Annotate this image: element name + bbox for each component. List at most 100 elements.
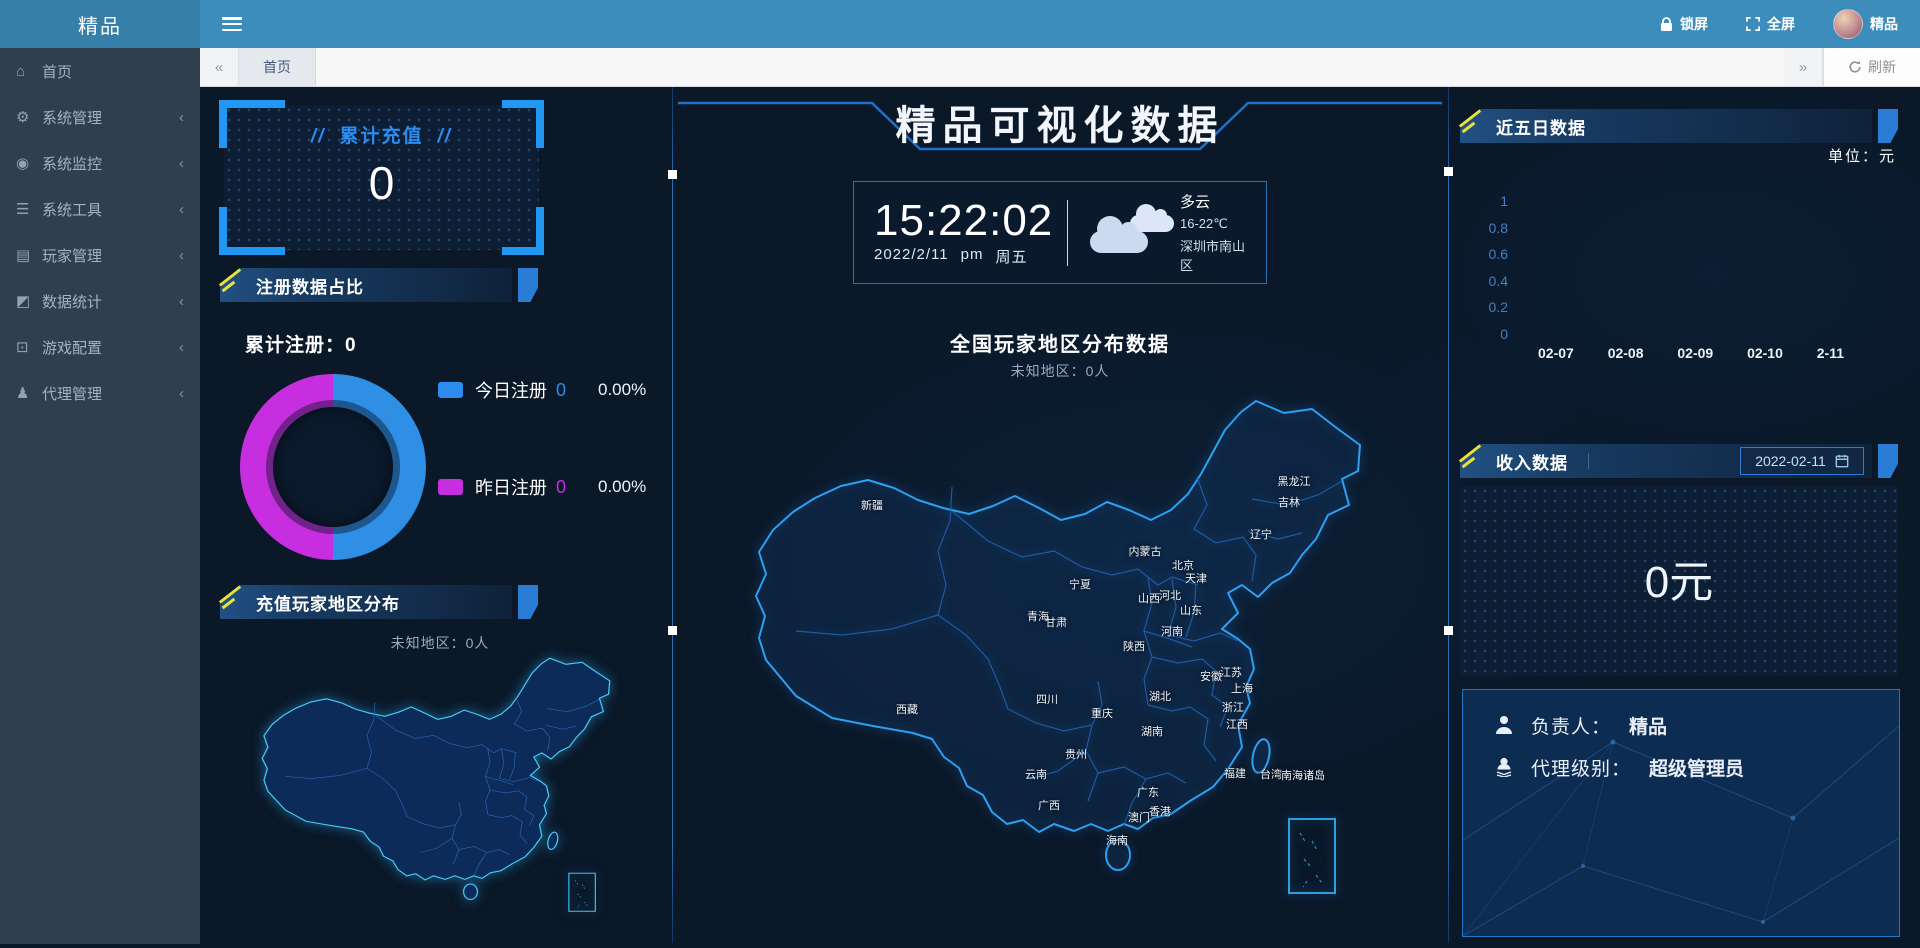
sidebar-item[interactable]: ▤ 玩家管理 ‹	[0, 232, 200, 278]
china-map-unknown-stat: 未知地区：0人	[1010, 363, 1110, 379]
divider	[1067, 199, 1069, 266]
cloudy-weather-icon	[1090, 201, 1175, 265]
sidebar-item-label: 代理管理	[42, 385, 103, 403]
divider-handle	[668, 626, 677, 635]
panel-title: 充值玩家地区分布	[256, 594, 400, 614]
corner-bracket	[219, 100, 285, 148]
person-icon	[1495, 715, 1517, 735]
total-register-value: 0	[345, 335, 357, 356]
lock-screen-button[interactable]: 锁屏	[1660, 14, 1708, 34]
agent-info-card: 负责人： 精品 代理级别： 超级管理员	[1462, 689, 1900, 937]
legend-label: 今日注册	[475, 381, 547, 401]
date-value: 2022-02-11	[1755, 453, 1826, 469]
person-level-icon	[1495, 757, 1517, 777]
legend-swatch	[438, 479, 463, 495]
calendar-icon	[1835, 454, 1849, 468]
owner-row: 负责人： 精品	[1495, 704, 1899, 746]
sidebar-item[interactable]: ⌂ 首页	[0, 48, 200, 94]
sidebar-item[interactable]: ☰ 系统工具 ‹	[0, 186, 200, 232]
user-menu[interactable]: 精品	[1833, 9, 1898, 39]
sidebar-item-label: 系统监控	[42, 155, 103, 173]
corner-bracket	[219, 207, 285, 255]
y-axis-tick: 0.2	[1488, 299, 1508, 316]
y-axis-tick: 0.6	[1488, 246, 1508, 263]
chevron-left-icon: ‹	[179, 154, 184, 172]
double-right-arrow-icon: »	[1798, 58, 1808, 76]
sidebar-item[interactable]: ⚙ 系统管理 ‹	[0, 94, 200, 140]
sidebar-item-icon: ◩	[16, 293, 31, 310]
sidebar-item-icon: ⊡	[16, 339, 29, 356]
weather-condition: 多云	[1179, 194, 1210, 211]
register-legend: 今日注册 0 0.00% 昨日注册 0 0.00%	[438, 380, 700, 574]
y-axis-tick: 0.8	[1488, 219, 1508, 236]
sidebar: ⌂ 首页 ⚙ 系统管理 ‹ ◉ 系统监控 ‹ ☰ 系统工具 ‹ ▤ 玩家管理 ‹…	[0, 48, 200, 944]
china-distribution-map	[700, 389, 1430, 943]
total-register-stat: 累计注册：0	[245, 335, 357, 356]
region-panel-header: 充值玩家地区分布	[218, 585, 538, 619]
clock-time: 15:22:02	[874, 195, 1054, 245]
tabs-scroll-right-button[interactable]: »	[1784, 48, 1823, 86]
slash-decoration: //	[437, 126, 453, 147]
sidebar-toggle-icon[interactable]	[222, 17, 242, 31]
chevron-left-icon: ‹	[179, 108, 184, 126]
y-axis-tick: 0	[1500, 325, 1508, 342]
x-axis-label: 02-07	[1538, 345, 1574, 361]
panel-header-tab	[1878, 109, 1898, 143]
corner-bracket	[502, 207, 544, 255]
sidebar-item-label: 系统管理	[42, 109, 103, 127]
legend-percent: 0.00%	[598, 380, 647, 399]
income-panel-header: 收入数据 2022-02-11	[1458, 444, 1898, 478]
chevron-left-icon: ‹	[179, 292, 184, 310]
dashboard-title: 精品可视化数据	[895, 104, 1225, 148]
sidebar-item[interactable]: ⊡ 游戏配置 ‹	[0, 324, 200, 370]
fullscreen-button[interactable]: 全屏	[1746, 14, 1795, 34]
corner-bracket	[502, 100, 544, 148]
chart-unit-label: 单位：元	[1827, 148, 1896, 165]
china-map-title: 全国玩家地区分布数据	[950, 334, 1170, 356]
sidebar-item-label: 首页	[42, 63, 73, 81]
x-axis-label: 02-09	[1677, 345, 1714, 361]
sidebar-item-label: 系统工具	[42, 201, 103, 219]
income-date-picker[interactable]: 2022-02-11	[1740, 447, 1864, 475]
five-day-panel-header: 近五日数据	[1458, 109, 1898, 143]
tab-home[interactable]: 首页	[239, 48, 316, 86]
panel-title: 近五日数据	[1496, 118, 1586, 138]
legend-row: 昨日注册 0 0.00%	[438, 477, 700, 498]
owner-name: 精品	[1629, 716, 1668, 738]
income-value: 0元	[1644, 558, 1714, 607]
refresh-icon	[1849, 61, 1861, 73]
sidebar-item[interactable]: ◩ 数据统计 ‹	[0, 278, 200, 324]
region-unknown-stat: 未知地区：0人	[390, 635, 490, 651]
tabs-scroll-left-button[interactable]: «	[200, 48, 239, 86]
recharge-region-map	[230, 652, 650, 937]
weather-location: 深圳市南山区	[1179, 239, 1245, 273]
panel-header-tab	[518, 268, 538, 302]
chevron-left-icon: ‹	[179, 384, 184, 402]
register-donut-chart	[240, 374, 426, 560]
y-axis-tick: 0.4	[1488, 272, 1508, 289]
total-recharge-value: 0	[368, 157, 395, 209]
chevron-left-icon: ‹	[179, 200, 184, 218]
sidebar-item-icon: ▤	[16, 247, 31, 264]
divider-handle	[1444, 626, 1453, 635]
x-axis-label: 2-11	[1816, 345, 1844, 361]
dashboard: //累计充值// 0 注册数据占比 累计注册：0 今日注册 0 0.00% 昨日…	[200, 87, 1920, 944]
sidebar-item-label: 数据统计	[42, 293, 103, 311]
x-axis-label: 02-08	[1607, 345, 1644, 361]
register-panel-header: 注册数据占比	[218, 268, 538, 302]
weather-temperature: 16-22℃	[1179, 216, 1228, 231]
sidebar-item[interactable]: ◉ 系统监控 ‹	[0, 140, 200, 186]
slash-decoration: //	[310, 126, 326, 147]
panel-title: 收入数据	[1496, 453, 1568, 473]
legend-percent: 0.00%	[598, 477, 647, 496]
app-logo: 精品	[0, 0, 200, 48]
double-left-arrow-icon: «	[214, 58, 224, 76]
income-card: 0元	[1460, 486, 1898, 676]
refresh-button[interactable]: 刷新	[1823, 48, 1920, 86]
panel-header-tab	[1878, 444, 1898, 478]
tab-bar: « 首页 » 刷新	[200, 48, 1920, 87]
divider-handle	[1444, 167, 1453, 176]
clock-block: 15:22:02 2022/2/11 pm 周五	[874, 195, 1054, 267]
sidebar-item[interactable]: ♟ 代理管理 ‹	[0, 370, 200, 416]
clock-date: 2022/2/11 pm 周五	[874, 245, 1028, 266]
